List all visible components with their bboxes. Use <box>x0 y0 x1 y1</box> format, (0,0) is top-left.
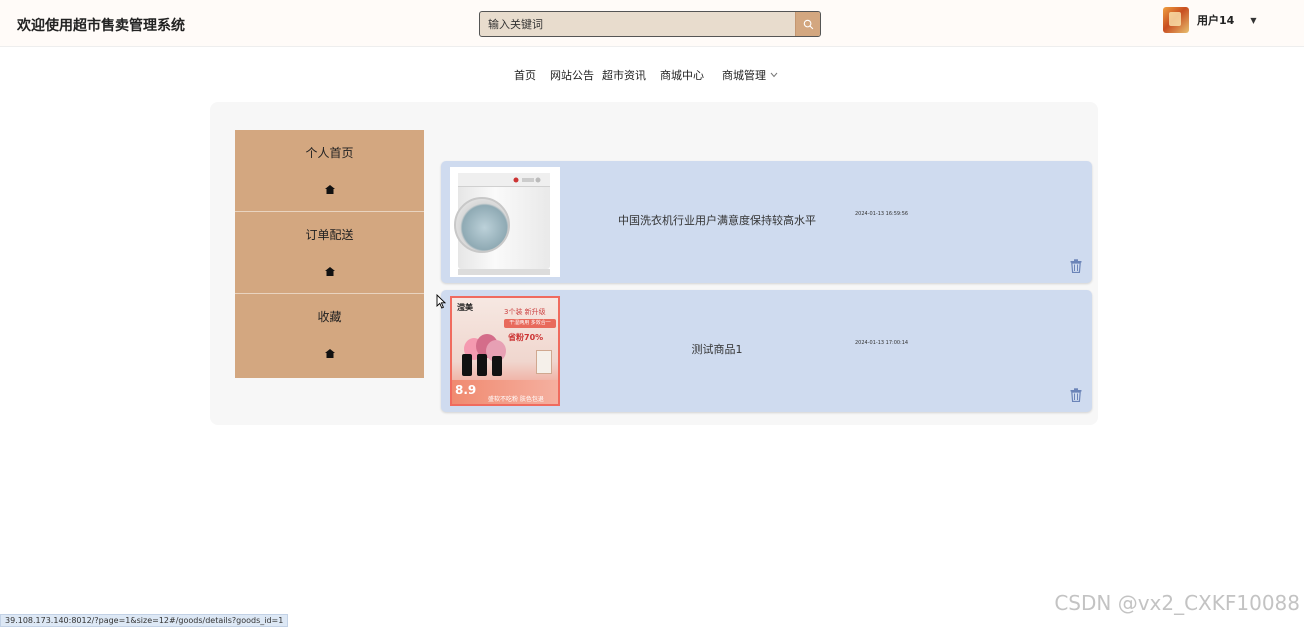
top-header: 欢迎使用超市售卖管理系统 用户14 ▼ <box>0 0 1304 47</box>
side-item-label: 收藏 <box>317 310 342 324</box>
chevron-down-icon <box>770 72 778 78</box>
trash-icon[interactable] <box>1070 259 1082 273</box>
ad-tag: 干湿两用 多效合一 <box>504 319 556 328</box>
nav-announcements[interactable]: 网站公告 <box>550 67 594 83</box>
user-menu[interactable]: 用户14 ▼ <box>1163 5 1256 35</box>
watermark: CSDN @vx2_CXKF10088 <box>1054 591 1300 615</box>
item-time: 2024-01-13 17:00:14 <box>855 340 909 346</box>
nav-news[interactable]: 超市资讯 <box>602 67 646 83</box>
washing-machine-image <box>450 167 560 277</box>
search-box <box>479 11 821 37</box>
item-title: 测试商品1 <box>691 343 743 356</box>
list-item[interactable]: 中国洗衣机行业用户满意度保持较高水平 2024-01-13 16:59:56 <box>441 161 1092 283</box>
ad-line: 3个装 新升级 <box>504 308 546 316</box>
caret-down-icon[interactable]: ▼ <box>1250 16 1256 25</box>
user-name: 用户14 <box>1197 14 1235 27</box>
nav-mall-manage-label: 商城管理 <box>722 69 766 82</box>
ad-save: 省粉70% <box>508 333 544 342</box>
item-title: 中国洗衣机行业用户满意度保持较高水平 <box>618 214 816 227</box>
favorites-list: 中国洗衣机行业用户满意度保持较高水平 2024-01-13 16:59:56 滢… <box>441 161 1092 419</box>
status-url: 39.108.173.140:8012/?page=1&size=12#/goo… <box>0 614 289 627</box>
search-input[interactable] <box>480 12 795 36</box>
search-button[interactable] <box>795 12 820 36</box>
product-image: 滢美 3个装 新升级 干湿两用 多效合一 省粉70% 8.9 盛软不吃粉 肤色包… <box>450 296 560 406</box>
item-time: 2024-01-13 16:59:56 <box>855 211 909 217</box>
ad-bottom: 盛软不吃粉 肤色包退 <box>488 396 544 403</box>
side-item-label: 个人首页 <box>305 146 354 160</box>
site-title: 欢迎使用超市售卖管理系统 <box>17 18 185 34</box>
nav-home[interactable]: 首页 <box>514 67 536 83</box>
side-item-label: 订单配送 <box>305 228 354 242</box>
ad-brand: 滢美 <box>457 303 473 312</box>
home-icon <box>324 185 335 194</box>
home-icon <box>324 267 335 276</box>
nav-mall-center[interactable]: 商城中心 <box>660 67 704 83</box>
side-item-favorites[interactable]: 收藏 <box>235 294 424 378</box>
nav-mall-manage[interactable]: 商城管理 <box>722 67 778 83</box>
mouse-cursor-icon <box>436 294 446 309</box>
avatar <box>1163 7 1189 33</box>
list-item[interactable]: 滢美 3个装 新升级 干湿两用 多效合一 省粉70% 8.9 盛软不吃粉 肤色包… <box>441 290 1092 412</box>
side-item-personal-home[interactable]: 个人首页 <box>235 130 424 212</box>
side-item-order-delivery[interactable]: 订单配送 <box>235 212 424 294</box>
trash-icon[interactable] <box>1070 388 1082 402</box>
ad-price: 8.9 <box>455 383 477 397</box>
main-nav: 首页 网站公告 超市资讯 商城中心 商城管理 <box>514 67 792 83</box>
home-icon <box>324 349 335 358</box>
side-menu: 个人首页 订单配送 收藏 <box>235 130 424 378</box>
search-icon <box>803 19 813 29</box>
